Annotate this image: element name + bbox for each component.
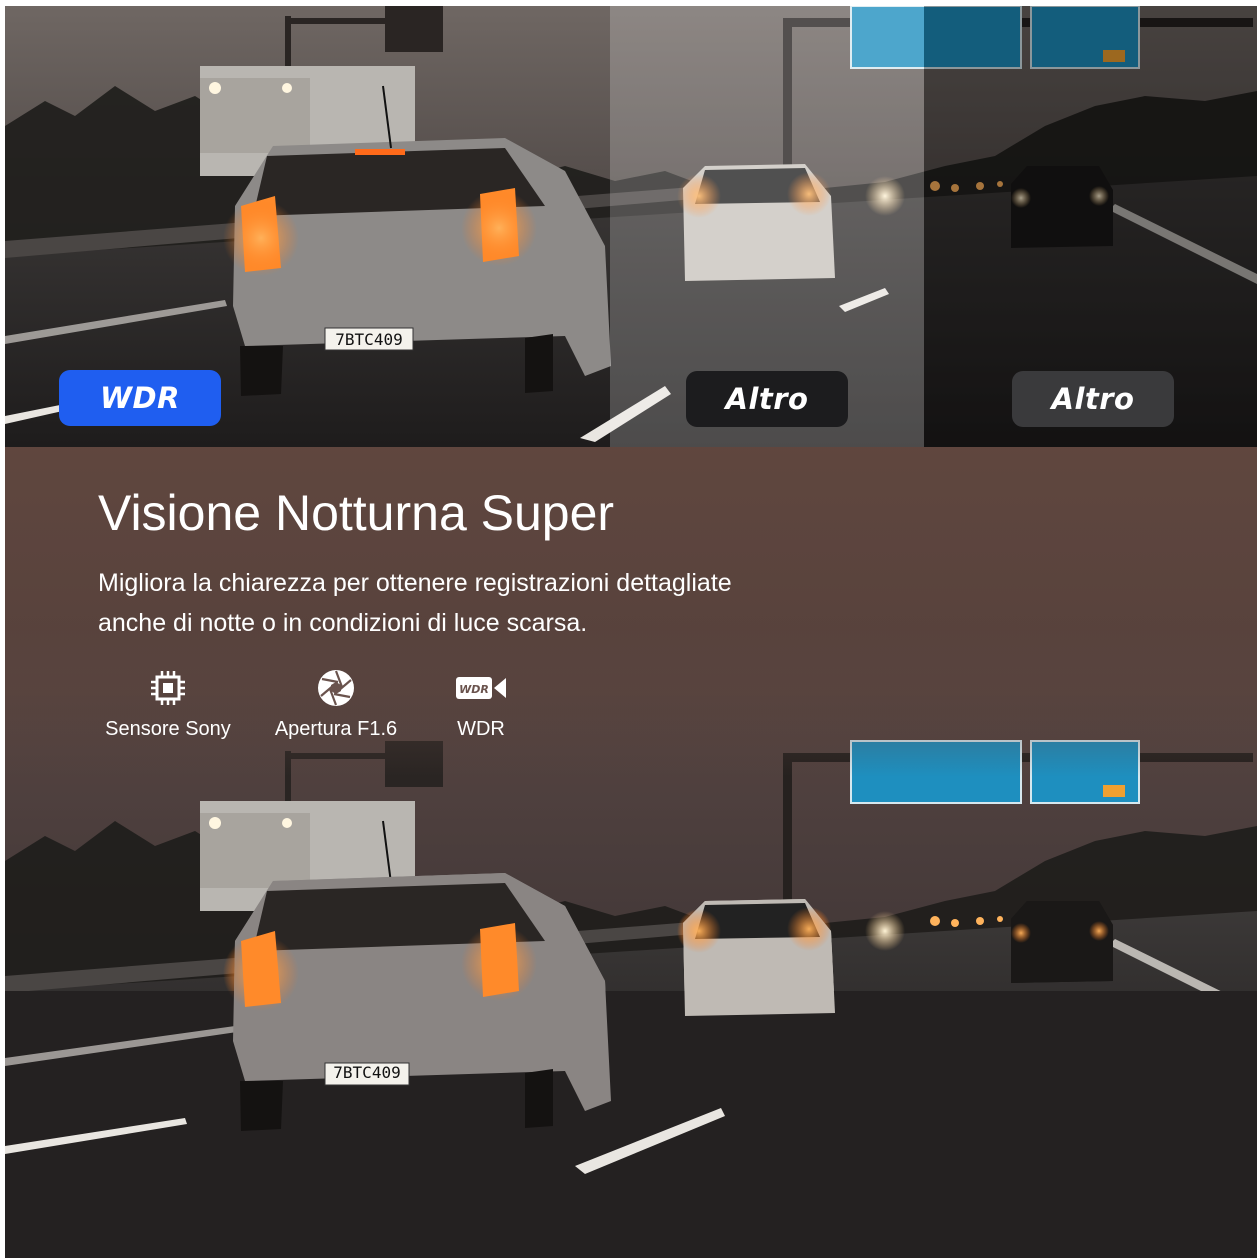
feature-sony-sensor: Sensore Sony [98,668,238,741]
feature-label: Sensore Sony [105,718,231,740]
altro-badge-1: Altro [686,371,848,427]
altro-badge-2: Altro [1012,371,1174,427]
feature-description: Migliora la chiarezza per ottenere regis… [98,563,958,643]
wdr-camera-icon: WDR [456,668,506,708]
feature-label: Apertura F1.6 [274,718,398,740]
description-line-1: Migliora la chiarezza per ottenere regis… [98,569,732,597]
feature-wdr: WDR WDR [445,668,517,741]
svg-text:7BTC409: 7BTC409 [333,1063,400,1082]
feature-label: WDR [457,718,505,740]
page-title: Visione Notturna Super [98,485,615,541]
wdr-badge: WDR [59,370,221,426]
chip-icon [149,668,187,708]
description-line-2: anche di notte o in condizioni di luce s… [98,609,588,637]
product-banner: 7BTC409 7BTC409 WDR Altro Altro Visione … [5,6,1257,1258]
svg-text:7BTC409: 7BTC409 [335,330,402,349]
wdr-icon-text: WDR [459,683,489,696]
aperture-icon [316,668,356,708]
feature-aperture: Apertura F1.6 [263,668,409,741]
